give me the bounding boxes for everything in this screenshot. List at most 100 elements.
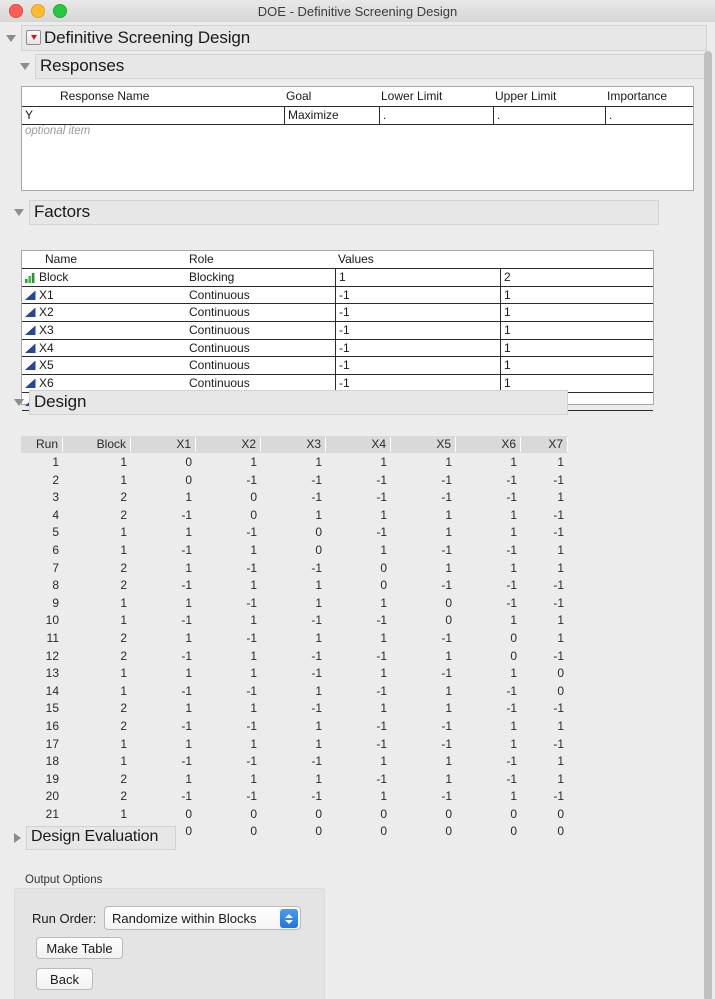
response-importance-cell[interactable]: . bbox=[605, 107, 693, 124]
factor-value-low-cell[interactable]: -1 bbox=[335, 286, 500, 304]
factor-value-high-cell[interactable]: 1 bbox=[500, 322, 653, 339]
design-cell: -1 bbox=[311, 648, 322, 663]
factor-name-x3[interactable]: X3 bbox=[39, 322, 54, 338]
vertical-scrollbar[interactable] bbox=[703, 49, 713, 999]
design-col-run: Run bbox=[21, 437, 63, 452]
outline-factors[interactable]: Factors bbox=[14, 200, 659, 225]
factor-value-low-cell[interactable]: -1 bbox=[335, 339, 500, 357]
factors-table-row[interactable]: X5 Continuous -1 1 bbox=[22, 357, 653, 376]
factors-table-row[interactable]: X1 Continuous -1 1 bbox=[22, 286, 653, 305]
design-table-row[interactable]: 2 1 0 -1 -1 -1 -1 -1 -1 bbox=[21, 472, 568, 490]
design-cell: -1 bbox=[246, 630, 257, 645]
design-cell: 0 bbox=[315, 525, 322, 540]
disclosure-triangle-design-evaluation-icon[interactable] bbox=[14, 833, 21, 843]
responses-optional-item-hint[interactable]: optional item bbox=[25, 125, 90, 137]
response-upper-limit-cell[interactable]: . bbox=[493, 107, 605, 124]
design-table-row[interactable]: 21 1 0 0 0 0 0 0 0 bbox=[21, 806, 568, 824]
make-table-button[interactable]: Make Table bbox=[36, 937, 123, 959]
design-cell: 1 bbox=[250, 542, 257, 557]
response-goal-cell[interactable]: Maximize bbox=[284, 107, 379, 124]
response-name-value[interactable]: Y bbox=[25, 107, 33, 123]
factor-name-x1[interactable]: X1 bbox=[39, 287, 54, 303]
factors-table-row[interactable]: Block Blocking 1 2 bbox=[22, 269, 653, 287]
design-cell: 1 bbox=[557, 754, 564, 769]
factor-role-cell[interactable]: Continuous bbox=[189, 322, 250, 338]
design-col-block: Block bbox=[63, 437, 131, 452]
responses-col-importance: Importance bbox=[607, 89, 668, 103]
responses-table-header: Response Name Goal Lower Limit Upper Lim… bbox=[22, 87, 693, 107]
factor-role-cell[interactable]: Continuous bbox=[189, 357, 250, 373]
factor-value-high-cell[interactable]: 1 bbox=[500, 304, 653, 322]
factor-role-cell[interactable]: Continuous bbox=[189, 287, 250, 303]
disclosure-triangle-factors-icon[interactable] bbox=[14, 209, 24, 216]
back-button[interactable]: Back bbox=[36, 968, 93, 990]
design-table-row[interactable]: 15 2 1 1 -1 1 1 -1 -1 bbox=[21, 700, 568, 718]
chevron-updown-icon[interactable] bbox=[280, 909, 298, 928]
design-cell: 15 bbox=[45, 701, 59, 716]
response-lower-limit-cell[interactable]: . bbox=[379, 107, 493, 124]
close-window-button[interactable] bbox=[9, 4, 23, 18]
disclosure-triangle-design-icon[interactable] bbox=[14, 399, 24, 406]
factors-table-row[interactable]: X2 Continuous -1 1 bbox=[22, 304, 653, 323]
design-table-row[interactable]: 17 1 1 1 1 -1 -1 1 -1 bbox=[21, 736, 568, 754]
run-order-select[interactable]: Randomize within Blocks bbox=[104, 906, 301, 930]
factor-name-x2[interactable]: X2 bbox=[39, 304, 54, 320]
outline-design[interactable]: Design bbox=[14, 390, 568, 415]
factor-value-low-cell[interactable]: 1 bbox=[335, 269, 500, 286]
design-table-row[interactable]: 18 1 -1 -1 -1 1 1 -1 1 bbox=[21, 753, 568, 771]
design-table-row[interactable]: 19 2 1 1 1 -1 1 -1 1 bbox=[21, 771, 568, 789]
zoom-window-button[interactable] bbox=[53, 4, 67, 18]
factor-name-x6[interactable]: X6 bbox=[39, 375, 54, 391]
design-cell: 2 bbox=[52, 472, 59, 487]
factor-role-cell[interactable]: Continuous bbox=[189, 304, 250, 320]
design-cell: -1 bbox=[553, 578, 564, 593]
factor-name-x4[interactable]: X4 bbox=[39, 340, 54, 356]
factor-role-cell[interactable]: Continuous bbox=[189, 340, 250, 356]
factors-table-row[interactable]: X4 Continuous -1 1 bbox=[22, 339, 653, 358]
design-cell: 1 bbox=[557, 630, 564, 645]
vertical-scrollbar-thumb[interactable] bbox=[704, 51, 712, 999]
design-table-row[interactable]: 7 2 1 -1 -1 0 1 1 1 bbox=[21, 560, 568, 578]
design-cell: -1 bbox=[376, 648, 387, 663]
factor-value-low-cell[interactable]: -1 bbox=[335, 357, 500, 375]
design-table-row[interactable]: 9 1 1 -1 1 1 0 -1 -1 bbox=[21, 595, 568, 613]
design-cell: 1 bbox=[120, 736, 127, 751]
outline-root[interactable]: Definitive Screening Design bbox=[6, 25, 707, 51]
minimize-window-button[interactable] bbox=[31, 4, 45, 18]
disclosure-triangle-root-icon[interactable] bbox=[6, 34, 16, 42]
design-table-row[interactable]: 13 1 1 1 -1 1 -1 1 0 bbox=[21, 665, 568, 683]
factor-value-high-cell[interactable]: 1 bbox=[500, 339, 653, 357]
design-cell: 1 bbox=[120, 472, 127, 487]
design-table-row[interactable]: 12 2 -1 1 -1 -1 1 0 -1 bbox=[21, 648, 568, 666]
design-table-row[interactable]: 3 2 1 0 -1 -1 -1 -1 1 bbox=[21, 489, 568, 507]
factor-value-low-cell[interactable]: -1 bbox=[335, 304, 500, 322]
design-table-row[interactable]: 11 2 1 -1 1 1 -1 0 1 bbox=[21, 630, 568, 648]
design-table-row[interactable]: 5 1 1 -1 0 -1 1 1 -1 bbox=[21, 524, 568, 542]
design-table-row[interactable]: 16 2 -1 -1 1 -1 -1 1 1 bbox=[21, 718, 568, 736]
red-triangle-menu-icon[interactable] bbox=[26, 30, 41, 45]
design-table-row[interactable]: 14 1 -1 -1 1 -1 1 -1 0 bbox=[21, 683, 568, 701]
design-table-row[interactable]: 20 2 -1 -1 -1 1 -1 1 -1 bbox=[21, 788, 568, 806]
factor-name-block[interactable]: Block bbox=[39, 269, 68, 285]
design-cell: 1 bbox=[445, 754, 452, 769]
design-table-row[interactable]: 4 2 -1 0 1 1 1 1 -1 bbox=[21, 507, 568, 525]
factors-table-row[interactable]: X3 Continuous -1 1 bbox=[22, 322, 653, 340]
responses-table-row[interactable]: Y Maximize . . . bbox=[22, 107, 693, 125]
outline-responses[interactable]: Responses bbox=[20, 54, 707, 79]
disclosure-triangle-responses-icon[interactable] bbox=[20, 63, 30, 70]
outline-design-evaluation[interactable]: Design Evaluation bbox=[14, 826, 176, 850]
design-table-row[interactable]: 8 2 -1 1 1 0 -1 -1 -1 bbox=[21, 577, 568, 595]
design-table-row[interactable]: 10 1 -1 1 -1 -1 0 1 1 bbox=[21, 612, 568, 630]
factor-value-low-cell[interactable]: -1 bbox=[335, 322, 500, 339]
factor-name-x5[interactable]: X5 bbox=[39, 357, 54, 373]
design-cell: 1 bbox=[185, 525, 192, 540]
design-cell: 2 bbox=[120, 578, 127, 593]
design-cell: -1 bbox=[441, 490, 452, 505]
factor-value-high-cell[interactable]: 1 bbox=[500, 286, 653, 304]
design-table-row[interactable]: 1 1 0 1 1 1 1 1 1 bbox=[21, 454, 568, 472]
design-table-row[interactable]: 6 1 -1 1 0 1 -1 -1 1 bbox=[21, 542, 568, 560]
factor-value-high-cell[interactable]: 1 bbox=[500, 357, 653, 375]
factor-value-high-cell[interactable]: 2 bbox=[500, 269, 653, 286]
factor-role-cell[interactable]: Blocking bbox=[189, 269, 234, 285]
factor-role-cell[interactable]: Continuous bbox=[189, 375, 250, 391]
